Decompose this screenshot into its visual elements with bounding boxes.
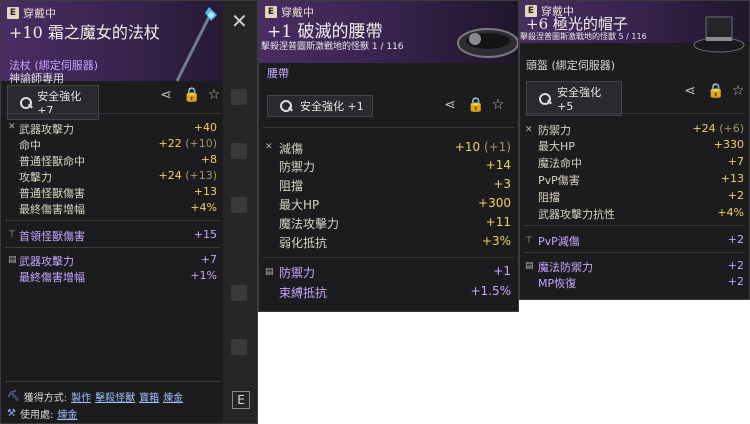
action-icons: ⋖ 🔒 ☆ xyxy=(443,97,505,113)
item-tooltip-staff: E 穿戴中 +10 霜之魔女的法杖 法杖 (綁定伺服器) 神諭師專用 安全強化 … xyxy=(0,0,258,424)
safe-enhance-button[interactable]: 安全強化 +7 xyxy=(7,85,99,120)
share-icon[interactable]: ⋖ xyxy=(159,87,173,103)
acquire-link-kill[interactable]: 擊殺怪獸 xyxy=(95,389,135,404)
stat-row: 武器攻擊力 +7 xyxy=(19,253,217,268)
safe-enhance-button[interactable]: 安全強化 +5 xyxy=(526,81,622,116)
e-badge-icon: E xyxy=(7,7,19,19)
divider xyxy=(263,127,514,128)
divider xyxy=(263,257,514,258)
magnifier-icon xyxy=(533,92,552,106)
acquire-link-craft[interactable]: 製作 xyxy=(71,389,91,404)
stat-row: 普通怪獸命中 +8 xyxy=(19,153,217,168)
star-icon[interactable]: ☆ xyxy=(207,87,221,103)
book-icon[interactable] xyxy=(231,89,247,105)
stat-row: PvP傷害 +13 xyxy=(538,172,744,187)
share-icon[interactable]: ⋖ xyxy=(443,97,457,113)
stat-row: 最大HP +300 xyxy=(279,196,511,212)
stat-row: 束縛抵抗 +1.5% xyxy=(279,284,511,300)
stat-row: 首領怪獸傷害 +15 xyxy=(19,228,217,243)
staff-image xyxy=(175,7,217,82)
action-icons: ⋖ 🔒 ☆ xyxy=(159,87,221,103)
acquire-link-alchemy[interactable]: 煉金 xyxy=(163,389,183,404)
stat-row: 阻擋 +3 xyxy=(279,177,511,193)
stat-row: MP恢復 +2 xyxy=(538,275,744,290)
share-icon[interactable]: ⋖ xyxy=(683,83,697,99)
lock-icon[interactable]: 🔒 xyxy=(707,83,724,99)
stat-row: 防禦力 +24 (+6) xyxy=(538,122,744,137)
stat-row: 防禦力 +14 xyxy=(279,158,511,174)
stat-row: 防禦力 +1 xyxy=(279,264,511,280)
stat-row: 弱化抵抗 +3% xyxy=(279,234,511,250)
kill-progress: 擊殺涅普圖斯激戰地的怪獸 1 / 116 xyxy=(261,42,404,52)
cup-icon[interactable] xyxy=(231,339,247,355)
use-icon: ⚒ xyxy=(7,408,16,419)
safe-enhance-label: 安全強化 +5 xyxy=(557,86,602,113)
magnifier-icon xyxy=(14,96,33,110)
action-icons: ⋖ 🔒 ☆ xyxy=(683,83,745,99)
divider xyxy=(5,247,221,248)
stat-row: 最終傷害增幅 +4% xyxy=(19,201,217,216)
stat-row: 最終傷害增幅 +1% xyxy=(19,269,217,284)
stat-row: 命中 +22 (+10) xyxy=(19,137,217,152)
scales-icon[interactable] xyxy=(231,143,247,159)
stat-row: 減傷 +10 (+1) xyxy=(279,140,511,156)
defense-icon: ✕ xyxy=(525,125,533,135)
safe-enhance-button[interactable]: 安全強化 +1 xyxy=(267,95,373,117)
boss-icon: ⊤ xyxy=(8,230,16,240)
use-link-alchemy[interactable]: 煉金 xyxy=(57,406,77,421)
stat-row: 魔法攻擊力 +11 xyxy=(279,215,511,231)
scroll-icon: ▤ xyxy=(525,261,534,271)
acquire-methods: ⛏ 獲得方式: 製作 擊殺怪獸 寶箱 煉金 xyxy=(7,389,184,404)
stat-row: 最大HP +330 xyxy=(538,138,744,153)
star-icon[interactable]: ☆ xyxy=(731,83,745,99)
stat-row: 攻擊力 +24 (+13) xyxy=(19,169,217,184)
scroll-icon: ▤ xyxy=(265,267,274,277)
attack-icon: ✕ xyxy=(265,142,273,152)
close-icon[interactable]: ✕ xyxy=(231,9,248,33)
item-tooltip-hat: E 穿戴中 +6 極光的帽子 擊殺涅普圖斯激戰地的怪獸 5 / 116 頭盔 (… xyxy=(519,0,750,300)
use-locations: ⚒ 使用處: 煉金 xyxy=(7,406,78,421)
divider xyxy=(5,113,221,114)
magnifier-icon xyxy=(274,99,294,113)
stat-row: 武器攻擊力 +40 xyxy=(19,121,217,136)
e-key-icon[interactable]: E xyxy=(232,391,250,409)
scroll-icon[interactable] xyxy=(231,285,247,301)
item-type: 腰帶 xyxy=(267,67,289,80)
safe-enhance-label: 安全強化 +1 xyxy=(300,100,364,113)
divider xyxy=(524,113,745,114)
belt-image xyxy=(457,28,518,58)
star-icon[interactable]: ☆ xyxy=(491,97,505,113)
pvp-icon: ⊤ xyxy=(525,236,533,246)
stat-row: 阻擋 +2 xyxy=(538,189,744,204)
stat-row: 魔法防禦力 +2 xyxy=(538,259,744,274)
acquire-link-chest[interactable]: 寶箱 xyxy=(139,389,159,404)
class-restriction: 神諭師專用 xyxy=(9,72,64,85)
item-title: +10 霜之魔女的法杖 xyxy=(9,23,160,42)
divider xyxy=(524,252,745,253)
side-toolbar: ✕ E xyxy=(223,1,257,423)
stat-row: 普通怪獸傷害 +13 xyxy=(19,185,217,200)
stat-row: 武器攻擊力抗性 +4% xyxy=(538,206,744,221)
divider xyxy=(5,220,221,221)
attack-icon: ✕ xyxy=(8,122,16,132)
acquire-icon: ⛏ xyxy=(7,391,20,402)
lock-icon[interactable]: 🔒 xyxy=(183,87,200,103)
item-tooltip-belt: E 穿戴中 +1 破滅的腰帶 擊殺涅普圖斯激戰地的怪獸 1 / 116 腰帶 安… xyxy=(258,0,519,312)
lock-icon[interactable]: 🔒 xyxy=(467,97,484,113)
hat-image xyxy=(693,16,745,53)
scroll-icon: ▤ xyxy=(8,255,17,265)
divider xyxy=(524,225,745,226)
item-type: 頭盔 (綁定伺服器) xyxy=(526,59,616,72)
kill-progress: 擊殺涅普圖斯激戰地的怪獸 5 / 116 xyxy=(520,32,647,41)
stat-row: PvP減傷 +2 xyxy=(538,233,744,248)
box-icon[interactable] xyxy=(231,197,247,213)
stat-row: 魔法命中 +7 xyxy=(538,155,744,170)
divider xyxy=(5,381,221,382)
